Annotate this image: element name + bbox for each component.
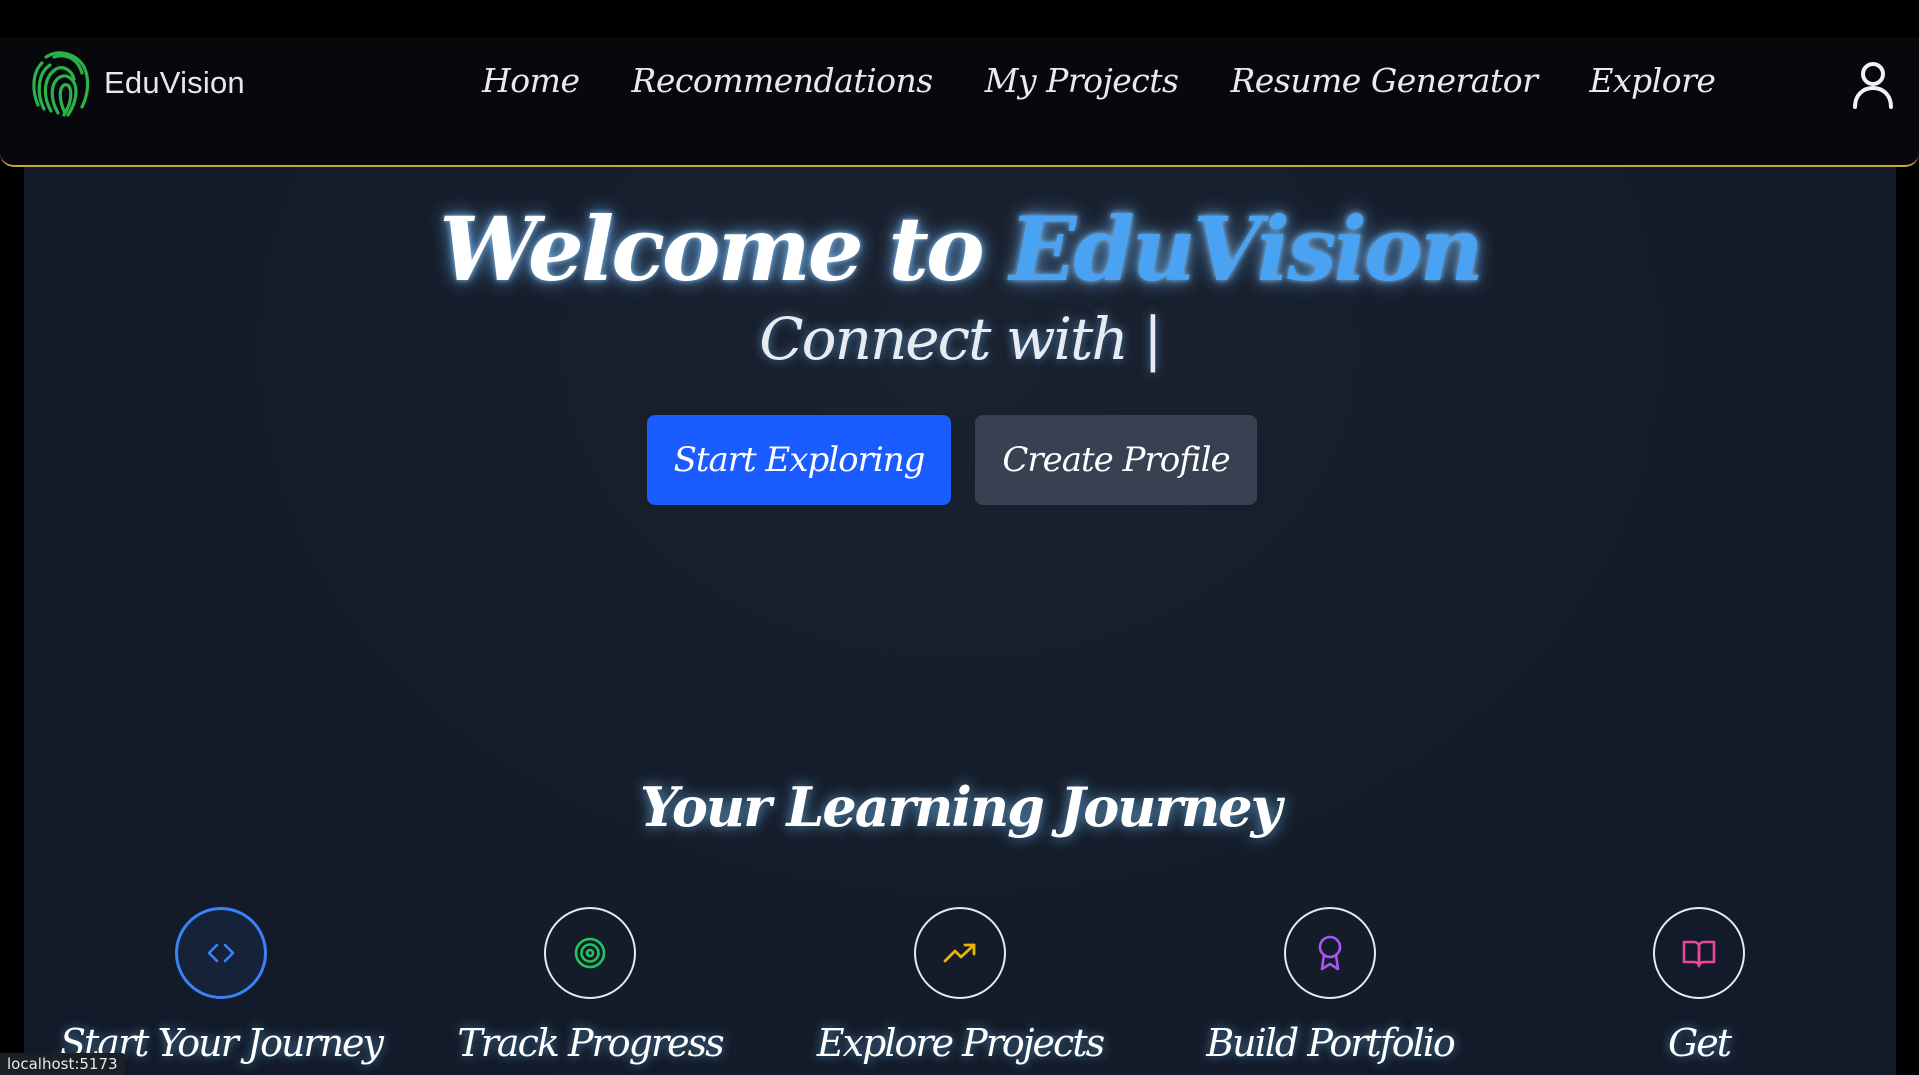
journey-step: Get: [1514, 907, 1884, 1065]
hero-title-accent: EduVision: [1009, 197, 1483, 301]
code-icon: [207, 943, 235, 963]
hero-title: Welcome to EduVision: [24, 197, 1896, 301]
journey-step-button[interactable]: [1284, 907, 1376, 999]
nav-explore[interactable]: Explore: [1589, 61, 1716, 100]
nav-resume-generator[interactable]: Resume Generator: [1230, 61, 1537, 100]
journey-step-button[interactable]: [914, 907, 1006, 999]
page: EduVision Home Recommendations My Projec…: [0, 0, 1919, 1075]
journey-title: Your Learning Journey: [639, 775, 1282, 839]
create-profile-button[interactable]: Create Profile: [975, 415, 1257, 505]
hero-title-prefix: Welcome to: [439, 197, 1010, 301]
main-content: Welcome to EduVision Connect with | Star…: [24, 167, 1896, 1075]
start-exploring-button[interactable]: Start Exploring: [647, 415, 951, 505]
user-icon: [1853, 62, 1893, 109]
user-profile-button[interactable]: [1851, 59, 1895, 111]
fingerprint-icon: [32, 51, 90, 117]
journey-step-label: Track Progress: [457, 1021, 724, 1065]
target-icon: [574, 937, 606, 969]
journey-step: Build Portfolio: [1145, 907, 1515, 1065]
nav-my-projects[interactable]: My Projects: [985, 61, 1179, 100]
nav-recommendations[interactable]: Recommendations: [631, 61, 933, 100]
brand[interactable]: EduVision: [24, 47, 245, 119]
journey-step-button[interactable]: [1653, 907, 1745, 999]
journey-step-label: Explore Projects: [816, 1021, 1105, 1065]
award-icon: [1318, 935, 1342, 971]
journey-step-button[interactable]: [175, 907, 267, 999]
status-bar-url: localhost:5173: [0, 1053, 125, 1075]
journey-step: Explore Projects: [775, 907, 1145, 1065]
journey-step: Start Your Journey: [36, 907, 406, 1065]
journey-step-label: Build Portfolio: [1206, 1021, 1456, 1065]
book-open-icon: [1682, 940, 1716, 968]
journey-step-button[interactable]: [544, 907, 636, 999]
navbar: EduVision Home Recommendations My Projec…: [0, 37, 1919, 167]
hero-subtitle: Connect with |: [759, 305, 1162, 373]
cta-row: Start Exploring Create Profile: [24, 415, 1896, 505]
brand-name: EduVision: [104, 65, 245, 100]
main-nav: Home Recommendations My Projects Resume …: [482, 61, 1716, 100]
trending-up-icon: [943, 943, 976, 963]
journey-step: Track Progress: [405, 907, 775, 1065]
journey-step-label: Get: [1667, 1021, 1732, 1065]
nav-home[interactable]: Home: [482, 61, 580, 100]
